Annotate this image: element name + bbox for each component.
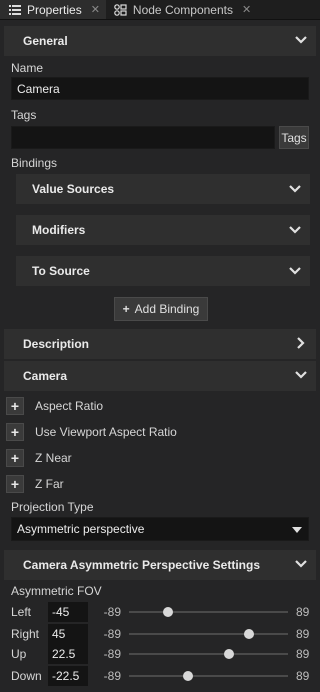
slider-handle[interactable] [223,649,234,659]
name-label: Name [11,61,44,75]
section-title: General [23,34,68,48]
bindings-label: Bindings [11,156,58,170]
projection-type-value: Asymmetric perspective [17,522,145,536]
dropdown-caret-icon [292,527,302,533]
subsection-title: To Source [32,264,90,278]
fov-slider[interactable] [129,666,288,686]
section-title: Camera Asymmetric Perspective Settings [23,558,260,572]
property-label: Z Near [35,451,72,465]
chevron-down-icon [295,36,307,44]
fov-max-label: 89 [296,669,310,683]
add-property-button[interactable]: + [6,423,24,441]
chevron-right-icon [297,337,305,349]
fov-value-input[interactable]: 22.5 [48,644,88,664]
subsection-value-sources[interactable]: Value Sources [16,174,310,204]
add-property-button[interactable]: + [6,475,24,493]
subsection-title: Value Sources [32,182,115,196]
slider-handle[interactable] [163,607,174,617]
subsection-modifiers[interactable]: Modifiers [16,215,310,245]
section-title: Camera [23,369,68,383]
fov-name-label: Left [11,605,32,619]
property-aspect-ratio: + Aspect Ratio [6,396,103,416]
fov-row-up: Up 22.5 -89 89 [11,644,314,664]
tags-input[interactable] [11,126,275,149]
property-label: Use Viewport Aspect Ratio [35,425,177,439]
add-binding-label: Add Binding [134,302,200,316]
fov-name-label: Down [11,669,42,683]
fov-name-label: Up [11,647,27,661]
subsection-to-source[interactable]: To Source [16,256,310,286]
property-label: Z Far [35,477,64,491]
fov-slider[interactable] [129,602,288,622]
chevron-down-icon [295,371,307,379]
fov-row-down: Down -22.5 -89 89 [11,666,314,686]
projection-type-label: Projection Type [11,500,94,514]
add-binding-button[interactable]: + Add Binding [114,297,208,321]
tab-bar: Properties ✕ Node Components ✕ [0,0,320,20]
close-icon[interactable]: ✕ [242,3,251,16]
fov-value-input[interactable]: 45 [48,624,88,644]
slider-handle[interactable] [243,629,254,639]
property-z-near: + Z Near [6,448,72,468]
section-description[interactable]: Description [4,329,316,359]
fov-min-label: -89 [103,669,121,683]
section-general[interactable]: General [4,26,316,56]
property-use-viewport-aspect-ratio: + Use Viewport Aspect Ratio [6,422,177,442]
fov-row-left: Left -45 -89 89 [11,602,314,622]
tab-label: Node Components [132,2,233,17]
section-asymmetric-perspective[interactable]: Camera Asymmetric Perspective Settings [4,550,316,580]
list-icon [8,4,22,15]
chevron-down-icon [289,185,301,193]
slider-track [129,653,288,655]
slider-track [129,633,288,635]
tags-label: Tags [11,108,37,122]
fov-row-right: Right 45 -89 89 [11,624,314,644]
close-icon[interactable]: ✕ [91,3,100,16]
fov-max-label: 89 [296,647,310,661]
fov-value-input[interactable]: -22.5 [48,666,88,686]
add-property-button[interactable]: + [6,449,24,467]
section-title: Description [23,337,90,351]
fov-min-label: -89 [103,605,121,619]
fov-name-label: Right [11,627,40,641]
plus-icon: + [122,302,130,316]
tab-label: Properties [27,2,82,17]
tab-properties[interactable]: Properties ✕ [0,0,106,19]
fov-slider[interactable] [129,644,288,664]
fov-max-label: 89 [296,605,310,619]
fov-min-label: -89 [103,647,121,661]
subsection-title: Modifiers [32,223,86,237]
projection-type-select[interactable]: Asymmetric perspective [11,517,309,541]
section-camera[interactable]: Camera [4,361,316,391]
chevron-down-icon [289,267,301,275]
chevron-down-icon [295,560,307,568]
property-z-far: + Z Far [6,474,64,494]
asymmetric-fov-label: Asymmetric FOV [11,584,102,598]
fov-value-input[interactable]: -45 [48,602,88,622]
fov-min-label: -89 [103,627,121,641]
name-input[interactable]: Camera [11,77,309,100]
add-property-button[interactable]: + [6,397,24,415]
components-icon [114,3,128,16]
fov-max-label: 89 [296,627,310,641]
property-label: Aspect Ratio [35,399,104,413]
tags-button[interactable]: Tags [279,126,309,149]
chevron-down-icon [289,226,301,234]
slider-handle[interactable] [183,671,194,681]
tab-node-components[interactable]: Node Components ✕ [106,0,257,19]
slider-track [129,675,288,677]
slider-track [129,611,288,613]
fov-slider[interactable] [129,624,288,644]
